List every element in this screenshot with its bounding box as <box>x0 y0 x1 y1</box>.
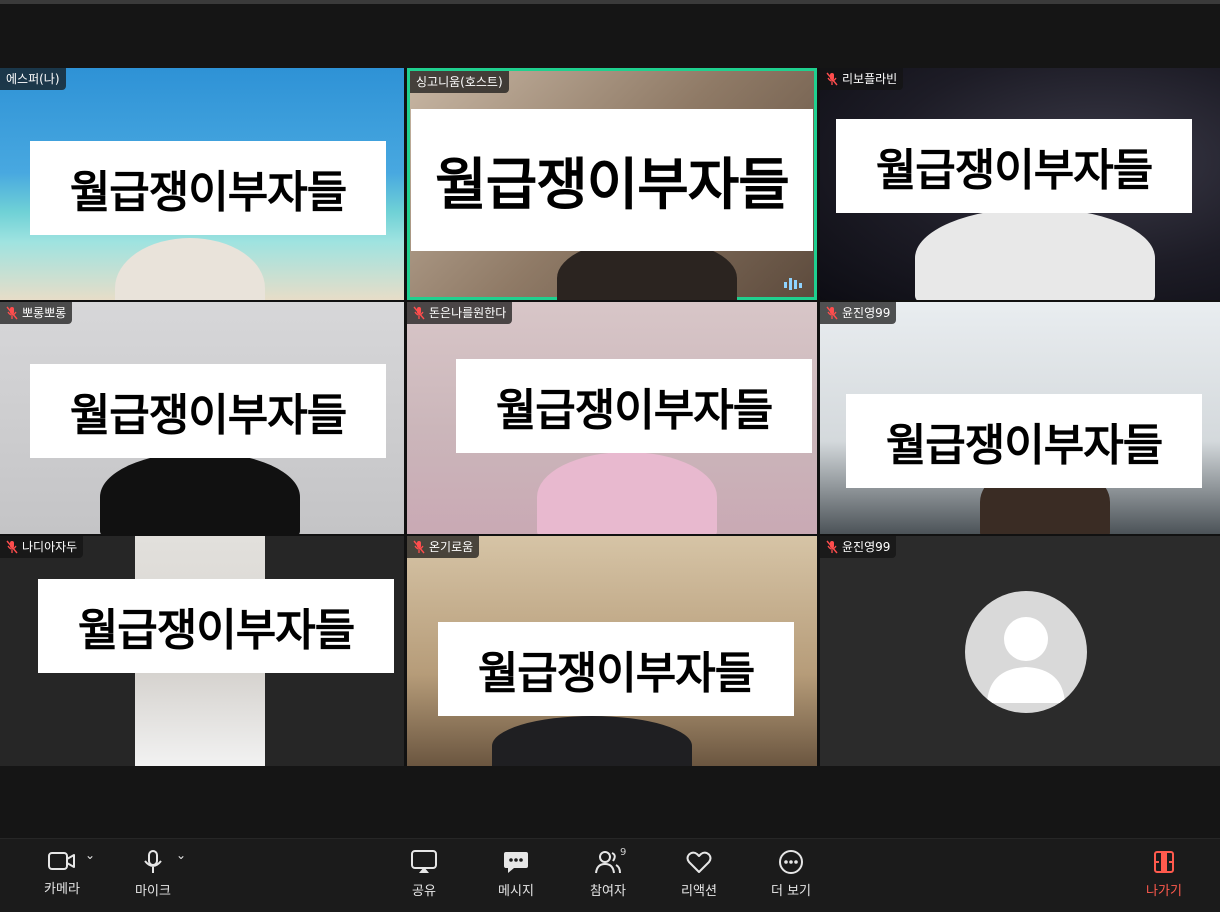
banner: 월급쟁이부자들 <box>438 622 794 716</box>
video-tile-5[interactable]: 월급쟁이부자들 돈은나를원한다 <box>407 302 817 534</box>
banner: 월급쟁이부자들 <box>38 579 394 673</box>
more-button[interactable]: 더 보기 <box>756 849 826 899</box>
mic-muted-icon <box>826 72 838 86</box>
participant-name: 리보플라빈 <box>842 72 898 86</box>
video-tile-2[interactable]: 월급쟁이부자들 싱고니움(호스트) <box>407 68 817 300</box>
more-options-icon <box>779 850 803 874</box>
message-button[interactable]: 메시지 <box>481 849 551 899</box>
video-tile-3[interactable]: 월급쟁이부자들 리보플라빈 <box>820 68 1220 300</box>
banner: 월급쟁이부자들 <box>456 359 812 453</box>
mic-options-chevron-icon[interactable]: ⌄ <box>176 848 186 862</box>
mic-label: 마이크 <box>135 884 171 899</box>
camera-options-chevron-icon[interactable]: ⌄ <box>85 848 95 862</box>
participant-name-tag: 뽀롱뽀롱 <box>0 302 73 324</box>
microphone-icon <box>144 850 162 873</box>
mic-muted-icon <box>826 540 838 554</box>
leave-door-icon <box>1154 851 1174 873</box>
default-avatar-icon <box>965 591 1087 713</box>
banner: 월급쟁이부자들 <box>846 394 1202 488</box>
share-label: 공유 <box>412 884 436 899</box>
leave-label: 나가기 <box>1146 884 1182 899</box>
camera-icon <box>48 852 75 870</box>
participant-video <box>492 716 692 766</box>
heart-icon <box>686 851 712 873</box>
video-tile-8[interactable]: 월급쟁이부자들 온기로움 <box>407 536 817 766</box>
mic-muted-icon <box>413 306 425 320</box>
mic-muted-icon <box>6 540 18 554</box>
leave-button[interactable]: 나가기 <box>1129 849 1199 899</box>
reaction-button[interactable]: 리액션 <box>664 849 734 899</box>
participant-name: 싱고니움(호스트) <box>416 75 503 89</box>
share-button[interactable]: 공유 <box>389 849 459 899</box>
participant-name-tag: 윤진영99 <box>820 302 897 324</box>
participant-name: 윤진영99 <box>842 306 891 320</box>
mic-muted-icon <box>826 306 838 320</box>
speaking-indicator-icon <box>784 278 802 290</box>
video-tile-9[interactable]: 윤진영99 <box>820 536 1220 766</box>
participant-name: 온기로움 <box>429 540 474 554</box>
more-label: 더 보기 <box>770 884 811 899</box>
participant-name-tag: 온기로움 <box>407 536 480 558</box>
banner: 월급쟁이부자들 <box>30 141 386 235</box>
chat-bubble-icon <box>504 852 528 873</box>
participants-label: 참여자 <box>590 884 626 899</box>
participant-name-tag: 윤진영99 <box>820 536 897 558</box>
meeting-toolbar: 카메라 ⌄ 마이크 ⌄ 공유 메시지 9 참여자 리액션 더 보기 나가기 <box>0 838 1220 912</box>
participant-name: 에스퍼(나) <box>6 72 60 86</box>
participant-name: 돈은나를원한다 <box>429 306 507 320</box>
participant-name-tag: 싱고니움(호스트) <box>410 71 509 93</box>
participants-count-badge: 9 <box>620 847 627 858</box>
banner: 월급쟁이부자들 <box>30 364 386 458</box>
message-label: 메시지 <box>498 884 534 899</box>
participant-name-tag: 리보플라빈 <box>820 68 904 90</box>
participant-video <box>915 208 1155 300</box>
video-tile-1[interactable]: 월급쟁이부자들 에스퍼(나) <box>0 68 404 300</box>
window-top-border <box>0 0 1220 4</box>
mic-muted-icon <box>413 540 425 554</box>
participant-video <box>115 238 265 300</box>
participant-video <box>100 452 300 534</box>
participant-name-tag: 돈은나를원한다 <box>407 302 513 324</box>
participants-icon <box>595 851 621 874</box>
participant-name: 나디아자두 <box>22 540 78 554</box>
participants-button[interactable]: 9 참여자 <box>573 847 643 899</box>
video-grid: 월급쟁이부자들 에스퍼(나) 월급쟁이부자들 싱고니움(호스트) 월급쟁이부자들 <box>0 68 1220 766</box>
banner: 월급쟁이부자들 <box>836 119 1192 213</box>
banner: 월급쟁이부자들 <box>411 109 813 251</box>
participant-name-tag: 에스퍼(나) <box>0 68 66 90</box>
reaction-label: 리액션 <box>681 884 717 899</box>
share-screen-icon <box>411 850 437 873</box>
mic-muted-icon <box>6 306 18 320</box>
participant-name-tag: 나디아자두 <box>0 536 84 558</box>
video-tile-4[interactable]: 월급쟁이부자들 뽀롱뽀롱 <box>0 302 404 534</box>
camera-label: 카메라 <box>44 882 80 897</box>
participant-name: 윤진영99 <box>842 540 891 554</box>
participant-name: 뽀롱뽀롱 <box>22 306 67 320</box>
participant-video <box>537 452 717 534</box>
video-tile-6[interactable]: 월급쟁이부자들 윤진영99 <box>820 302 1220 534</box>
video-tile-7[interactable]: 월급쟁이부자들 나디아자두 <box>0 536 404 766</box>
